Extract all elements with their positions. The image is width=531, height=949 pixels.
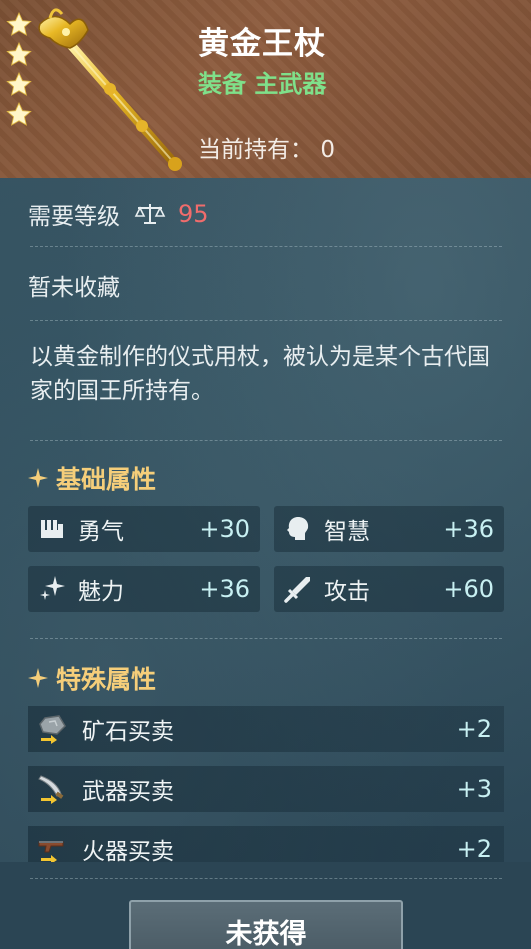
item-description: 以黄金制作的仪式用杖，被认为是某个古代国家的国王所持有。 bbox=[30, 344, 490, 404]
basic-attributes-title: 基础属性 bbox=[28, 460, 156, 496]
item-name: 黄金王杖 bbox=[198, 26, 326, 62]
sword-icon bbox=[284, 575, 312, 603]
weapon-trade-icon bbox=[36, 775, 70, 804]
divider bbox=[30, 246, 502, 247]
divider bbox=[30, 440, 502, 441]
special-attributes-label: 特殊属性 bbox=[56, 665, 157, 694]
special-attribute-ore-trade: 矿石买卖 +2 bbox=[28, 706, 504, 752]
requirement-label: 需要等级 bbox=[28, 204, 120, 230]
attribute-value: +36 bbox=[443, 515, 494, 543]
divider bbox=[30, 320, 502, 321]
attribute-name: 矿石买卖 bbox=[82, 719, 174, 745]
head-icon bbox=[284, 515, 312, 543]
attribute-name: 攻击 bbox=[324, 579, 370, 605]
owned-label: 当前持有 bbox=[198, 137, 290, 163]
attribute-value: +2 bbox=[456, 715, 492, 743]
attribute-value: +30 bbox=[199, 515, 250, 543]
fist-icon bbox=[38, 515, 66, 543]
sparkle-icon bbox=[28, 668, 48, 688]
owned-separator: ： bbox=[290, 137, 313, 163]
attribute-wisdom: 智慧 +36 bbox=[274, 506, 504, 552]
item-type: 装备 主武器 bbox=[198, 70, 327, 98]
attribute-name: 火器买卖 bbox=[82, 839, 174, 865]
rarity-stars bbox=[6, 12, 36, 132]
attribute-value: +60 bbox=[443, 575, 494, 603]
special-attributes-title: 特殊属性 bbox=[28, 660, 156, 696]
ore-trade-icon bbox=[36, 715, 70, 744]
requirement-value: 95 bbox=[178, 200, 209, 228]
divider bbox=[30, 878, 502, 879]
sparkle-icon bbox=[28, 468, 48, 488]
scale-icon bbox=[134, 204, 166, 224]
level-requirement: 需要等级 95 bbox=[28, 197, 209, 231]
attribute-value: +36 bbox=[199, 575, 250, 603]
attribute-attack: 攻击 +60 bbox=[274, 566, 504, 612]
item-header: 黄金王杖 装备 主武器 当前持有： 0 bbox=[0, 0, 531, 178]
divider bbox=[30, 638, 502, 639]
star-icon bbox=[6, 12, 32, 36]
collection-status: 暂未收藏 bbox=[28, 275, 120, 301]
attribute-value: +3 bbox=[456, 775, 492, 803]
sparkle-icon bbox=[38, 575, 66, 603]
attribute-courage: 勇气 +30 bbox=[28, 506, 260, 552]
owned-count: 0 bbox=[320, 137, 335, 163]
star-icon bbox=[6, 102, 32, 126]
golden-scepter-image bbox=[38, 8, 182, 171]
attribute-name: 武器买卖 bbox=[82, 779, 174, 805]
attribute-name: 魅力 bbox=[78, 579, 124, 605]
special-attribute-weapon-trade: 武器买卖 +3 bbox=[28, 766, 504, 812]
attribute-name: 智慧 bbox=[324, 519, 370, 545]
not-obtained-button[interactable]: 未获得 bbox=[129, 900, 403, 949]
attribute-charm: 魅力 +36 bbox=[28, 566, 260, 612]
star-icon bbox=[6, 72, 32, 96]
firearm-trade-icon bbox=[36, 835, 70, 864]
attribute-value: +2 bbox=[456, 835, 492, 863]
attribute-name: 勇气 bbox=[78, 519, 124, 545]
basic-attributes-label: 基础属性 bbox=[56, 465, 157, 494]
owned-count-line: 当前持有： 0 bbox=[198, 130, 335, 164]
star-icon bbox=[6, 42, 32, 66]
